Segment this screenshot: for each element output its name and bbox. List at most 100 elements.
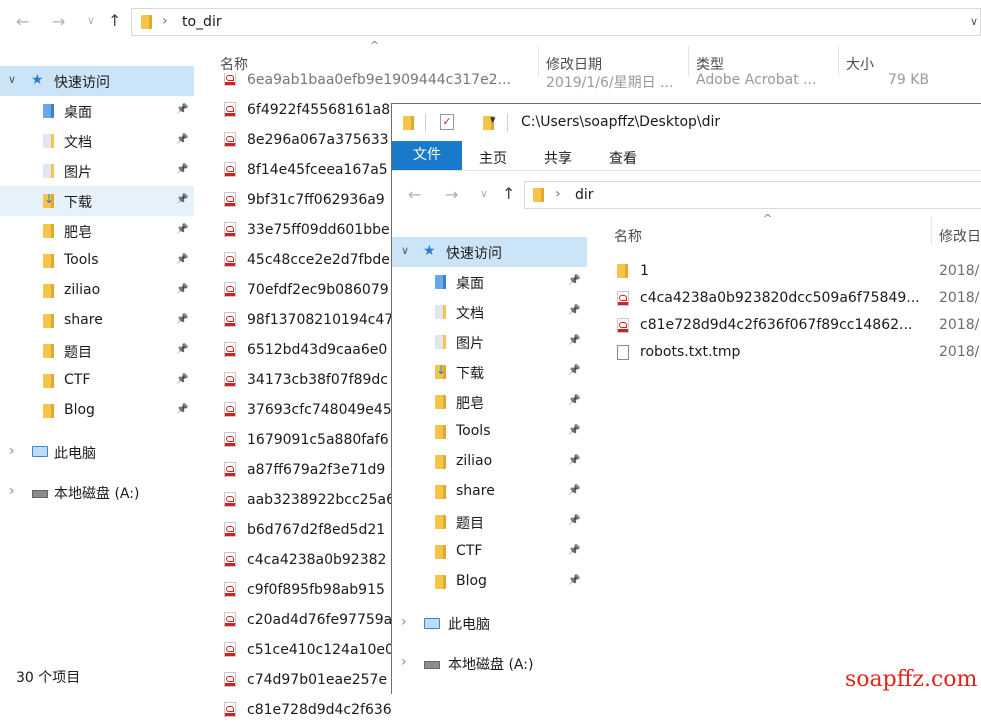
front-this-pc-expand-icon[interactable]: › <box>401 614 407 630</box>
nav-item-7[interactable]: ziliao 📌 <box>392 447 587 477</box>
pin-icon[interactable]: 📌 <box>176 254 188 265</box>
pin-icon[interactable]: 📌 <box>568 515 580 526</box>
back-col-size[interactable]: 大小 <box>846 54 874 74</box>
ribbon-view-tab[interactable]: 查看 <box>609 148 637 168</box>
ribbon-file-tab[interactable]: 文件 <box>392 141 462 170</box>
back-this-pc-expand-icon[interactable]: › <box>9 443 15 459</box>
pin-icon[interactable]: 📌 <box>176 314 188 325</box>
nav-item-8[interactable]: share 📌 <box>392 477 587 507</box>
back-local-disk[interactable]: 本地磁盘 (A:) <box>54 483 139 503</box>
back-nav-forward-icon[interactable]: → <box>52 12 65 31</box>
pin-icon[interactable]: 📌 <box>568 365 580 376</box>
table-row[interactable]: robots.txt.tmp 2018/ <box>614 340 981 367</box>
nav-item-11[interactable]: Blog 📌 <box>392 567 587 597</box>
nav-item-2[interactable]: 文档 📌 <box>392 297 587 327</box>
table-row[interactable]: 70efdf2ec9b086079 <box>222 276 394 306</box>
pin-icon[interactable]: 📌 <box>568 275 580 286</box>
table-row[interactable]: b6d767d2f8ed5d21 <box>222 516 394 546</box>
table-row[interactable]: 34173cb38f07f89dc <box>222 366 394 396</box>
pin-icon[interactable]: 📌 <box>568 305 580 316</box>
table-row[interactable]: 8e296a067a375633 <box>222 126 394 156</box>
nav-item-6[interactable]: Tools 📌 <box>392 417 587 447</box>
pin-icon[interactable]: 📌 <box>568 395 580 406</box>
nav-item-6[interactable]: Tools 📌 <box>0 246 194 276</box>
table-row[interactable]: 37693cfc748049e45 <box>222 396 394 426</box>
back-address-dropdown-icon[interactable]: ∨ <box>970 15 978 28</box>
pin-icon[interactable]: 📌 <box>176 164 188 175</box>
table-row[interactable]: 6f4922f45568161a8 <box>222 96 394 126</box>
table-row[interactable]: 9bf31c7ff062936a9 <box>222 186 394 216</box>
table-row[interactable]: 6512bd43d9caa6e0 <box>222 336 394 366</box>
front-this-pc[interactable]: 此电脑 <box>448 614 490 634</box>
pin-icon[interactable]: 📌 <box>568 485 580 496</box>
pin-icon[interactable]: 📌 <box>568 575 580 586</box>
nav-item-1[interactable]: 桌面 📌 <box>392 267 587 297</box>
pin-icon[interactable]: 📌 <box>176 104 188 115</box>
nav-item-2[interactable]: 文档 📌 <box>0 126 194 156</box>
back-col-date[interactable]: 修改日期 <box>546 54 602 74</box>
front-nav-up-icon[interactable]: ↑ <box>502 184 515 203</box>
properties-check-icon[interactable]: ✓ <box>440 114 454 130</box>
nav-item-0[interactable]: ★ 快速访问 <box>392 237 587 267</box>
nav-item-9[interactable]: 题目 📌 <box>0 336 194 366</box>
pin-icon[interactable]: 📌 <box>176 134 188 145</box>
front-local-disk[interactable]: 本地磁盘 (A:) <box>448 654 533 674</box>
table-row[interactable]: 33e75ff09dd601bbe <box>222 216 394 246</box>
table-row[interactable]: 8f14e45fceea167a5 <box>222 156 394 186</box>
nav-item-9[interactable]: 题目 📌 <box>392 507 587 537</box>
back-col-type[interactable]: 类型 <box>696 54 724 74</box>
nav-item-4[interactable]: ↓ 下载 📌 <box>392 357 587 387</box>
back-nav-back-icon[interactable]: ← <box>16 12 29 31</box>
back-disk-expand-icon[interactable]: › <box>9 483 15 499</box>
back-address-bar[interactable]: › to_dir ∨ <box>131 8 981 36</box>
table-row[interactable]: c81e728d9d4c2f636 <box>222 696 394 726</box>
nav-item-7[interactable]: ziliao 📌 <box>0 276 194 306</box>
front-nav-forward-icon[interactable]: → <box>445 185 458 204</box>
pin-icon[interactable]: 📌 <box>176 284 188 295</box>
nav-item-3[interactable]: 图片 📌 <box>392 327 587 357</box>
nav-item-5[interactable]: 肥皂 📌 <box>0 216 194 246</box>
front-nav-back-icon[interactable]: ← <box>408 185 421 204</box>
pin-icon[interactable]: 📌 <box>568 455 580 466</box>
nav-item-0[interactable]: ★ 快速访问 <box>0 66 194 96</box>
table-row[interactable]: c4ca4238a0b92382 <box>222 546 394 576</box>
front-address-bar[interactable]: › dir <box>524 181 981 209</box>
pin-icon[interactable]: 📌 <box>176 194 188 205</box>
back-nav-dropdown-icon[interactable]: ∨ <box>87 14 95 27</box>
table-row[interactable]: 1 2018/ <box>614 259 981 286</box>
table-row[interactable]: c4ca4238a0b923820dcc509a6f75849... 2018/ <box>614 286 981 313</box>
table-row[interactable]: a87ff679a2f3e71d9 <box>222 456 394 486</box>
nav-item-8[interactable]: share 📌 <box>0 306 194 336</box>
ribbon-home-tab[interactable]: 主页 <box>479 148 507 168</box>
table-row[interactable]: c51ce410c124a10e0 <box>222 636 394 666</box>
pin-icon[interactable]: 📌 <box>176 404 188 415</box>
front-nav-dropdown-icon[interactable]: ∨ <box>480 187 488 200</box>
table-row[interactable]: c81e728d9d4c2f636f067f89cc14862... 2018/ <box>614 313 981 340</box>
pin-icon[interactable]: 📌 <box>568 335 580 346</box>
pin-icon[interactable]: 📌 <box>568 425 580 436</box>
pin-icon[interactable]: 📌 <box>176 224 188 235</box>
pin-icon[interactable]: 📌 <box>176 344 188 355</box>
nav-item-10[interactable]: CTF 📌 <box>0 366 194 396</box>
nav-item-4[interactable]: ↓ 下载 📌 <box>0 186 194 216</box>
customize-qat-icon[interactable]: ▾ <box>490 113 496 126</box>
ribbon-share-tab[interactable]: 共享 <box>544 148 572 168</box>
nav-item-5[interactable]: 肥皂 📌 <box>392 387 587 417</box>
table-row[interactable]: 98f13708210194c47 <box>222 306 394 336</box>
back-nav-up-icon[interactable]: ↑ <box>108 11 121 30</box>
front-col-date[interactable]: 修改日 <box>939 226 981 246</box>
nav-item-3[interactable]: 图片 📌 <box>0 156 194 186</box>
table-row[interactable]: aab3238922bcc25a6 <box>222 486 394 516</box>
table-row[interactable]: 1679091c5a880faf6 <box>222 426 394 456</box>
front-col-name[interactable]: 名称 <box>614 226 642 246</box>
nav-item-10[interactable]: CTF 📌 <box>392 537 587 567</box>
table-row[interactable]: c9f0f895fb98ab915 <box>222 576 394 606</box>
table-row[interactable]: 45c48cce2e2d7fbde <box>222 246 394 276</box>
front-disk-expand-icon[interactable]: › <box>401 654 407 670</box>
back-first-row[interactable]: 6ea9ab1baa0efb9e1909444c317e2... 2019/1/… <box>222 73 981 91</box>
table-row[interactable]: c74d97b01eae257e <box>222 666 394 696</box>
back-col-name[interactable]: 名称 <box>220 54 248 74</box>
nav-item-11[interactable]: Blog 📌 <box>0 396 194 426</box>
pin-icon[interactable]: 📌 <box>568 545 580 556</box>
back-this-pc[interactable]: 此电脑 <box>54 443 96 463</box>
